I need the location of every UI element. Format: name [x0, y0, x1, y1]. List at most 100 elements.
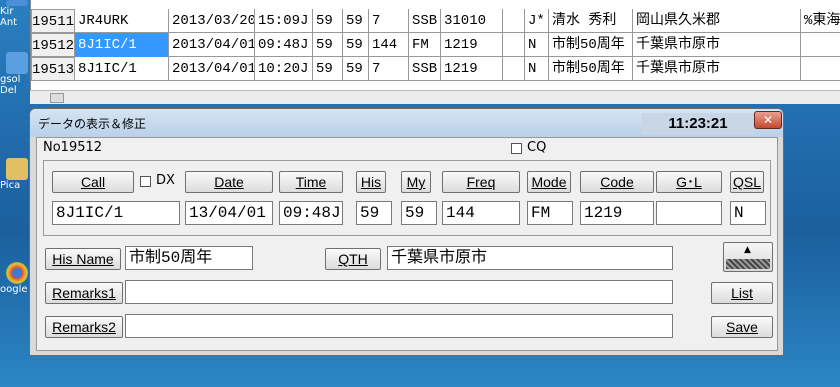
his-name-field[interactable]: 市制50周年 [125, 246, 253, 270]
desktop-icon-kir[interactable]: Kir Ant [0, 0, 32, 28]
desktop-icon-label: gsol Del [0, 74, 21, 96]
cell-his[interactable]: 59 [313, 57, 343, 81]
qsl-field[interactable]: N [730, 201, 766, 225]
desktop-icon-pica[interactable]: Pica [0, 158, 32, 191]
cq-checkbox[interactable] [511, 143, 522, 154]
cell-date[interactable]: 2013/03/20 [169, 9, 255, 33]
dialog-title: データの表示＆修正 [38, 117, 147, 131]
horizontal-scrollbar[interactable] [30, 90, 840, 104]
scroll-up-button[interactable]: ▲ [723, 242, 773, 272]
gl-field[interactable] [656, 201, 722, 225]
qsl-button[interactable]: QSL [730, 171, 764, 193]
hatched-bar [726, 259, 770, 269]
cell-qsl[interactable]: J* [525, 9, 549, 33]
time-button[interactable]: Time [279, 171, 343, 193]
cell-mode[interactable]: SSB [409, 9, 441, 33]
cell-freq[interactable]: 7 [369, 9, 409, 33]
cell-gl[interactable] [503, 57, 525, 81]
cell-code[interactable]: 1219 [441, 57, 503, 81]
cell-code[interactable]: 31010 [441, 9, 503, 33]
cell-qth[interactable]: 千葉県市原市 [633, 33, 801, 57]
code-field[interactable]: 1219 [580, 201, 654, 225]
app-icon [6, 158, 28, 180]
his-name-button[interactable]: His Name [45, 248, 121, 270]
desktop-icon-label: Kir Ant [0, 6, 18, 28]
cell-time[interactable]: 10:20J [255, 57, 313, 81]
qth-button[interactable]: QTH [325, 248, 381, 270]
cell-extra[interactable] [801, 33, 840, 57]
log-table: 19511 JR4URK 2013/03/20 15:09J 59 59 7 S… [30, 0, 840, 102]
cell-mode[interactable]: SSB [409, 57, 441, 81]
scrollbar-thumb[interactable] [50, 93, 64, 103]
cell-gl[interactable] [503, 33, 525, 57]
mode-field[interactable]: FM [527, 201, 573, 225]
his-button[interactable]: His [356, 171, 386, 193]
cell-time[interactable]: 09:48J [255, 33, 313, 57]
date-button[interactable]: Date [185, 171, 273, 193]
cell-freq[interactable]: 7 [369, 57, 409, 81]
cell-qsl[interactable]: N [525, 33, 549, 57]
cell-call-selected[interactable]: 8J1IC/1 [75, 33, 169, 57]
cell-qth[interactable]: 岡山県久米郡 [633, 9, 801, 33]
freq-field[interactable]: 144 [442, 201, 520, 225]
his-field[interactable]: 59 [356, 201, 392, 225]
time-field[interactable]: 09:48J [279, 201, 343, 225]
list-button[interactable]: List [711, 282, 773, 304]
arrow-up-icon: ▲ [744, 245, 751, 255]
record-number: No19512 [43, 140, 103, 155]
dx-checkbox[interactable] [140, 176, 151, 187]
table-row[interactable]: 19512 8J1IC/1 2013/04/01 09:48J 59 59 14… [31, 33, 840, 57]
cell-my[interactable]: 59 [343, 57, 369, 81]
cell-date[interactable]: 2013/04/01 [169, 57, 255, 81]
cell-qsl[interactable]: N [525, 57, 549, 81]
clock-display: 11:23:21 [642, 113, 754, 135]
edit-dialog: データの表示＆修正 11:23:21 ✕ No19512 CQ Call DX … [29, 108, 784, 356]
desktop-icon-gsol[interactable]: gsol Del [0, 52, 32, 96]
cell-code[interactable]: 1219 [441, 33, 503, 57]
desktop-icon-label: oogle [0, 284, 28, 295]
cell-gl[interactable] [503, 9, 525, 33]
remarks1-field[interactable] [125, 280, 673, 304]
app-icon [6, 52, 28, 74]
cell-my[interactable]: 59 [343, 33, 369, 57]
cell-my[interactable]: 59 [343, 9, 369, 33]
cell-call[interactable]: JR4URK [75, 9, 169, 33]
cell-freq[interactable]: 144 [369, 33, 409, 57]
cell-name[interactable]: 市制50周年 [549, 57, 633, 81]
freq-button[interactable]: Freq [442, 171, 520, 193]
table-row[interactable]: 19513 8J1IC/1 2013/04/01 10:20J 59 59 7 … [31, 57, 840, 81]
cell-call[interactable]: 8J1IC/1 [75, 57, 169, 81]
mode-button[interactable]: Mode [527, 171, 571, 193]
my-button[interactable]: My [401, 171, 431, 193]
close-button[interactable]: ✕ [754, 111, 782, 129]
cell-time[interactable]: 15:09J [255, 9, 313, 33]
code-button[interactable]: Code [580, 171, 654, 193]
row-number[interactable]: 19511 [31, 9, 75, 33]
cell-name[interactable]: 市制50周年 [549, 33, 633, 57]
cell-mode[interactable]: FM [409, 33, 441, 57]
dialog-titlebar[interactable]: データの表示＆修正 11:23:21 ✕ [30, 109, 783, 137]
cell-extra[interactable]: %東海 [801, 9, 840, 33]
remarks2-field[interactable] [125, 314, 673, 338]
date-field[interactable]: 13/04/01 [185, 201, 273, 225]
row-number[interactable]: 19512 [31, 33, 75, 57]
qth-field[interactable]: 千葉県市原市 [387, 246, 673, 270]
call-field[interactable]: 8J1IC/1 [52, 201, 180, 225]
cell-his[interactable]: 59 [313, 33, 343, 57]
cell-extra[interactable] [801, 57, 840, 81]
cell-his[interactable]: 59 [313, 9, 343, 33]
cell-name[interactable]: 清水 秀利 [549, 9, 633, 33]
dx-label: DX [156, 173, 175, 188]
remarks1-button[interactable]: Remarks1 [45, 282, 123, 304]
qso-fields-group: Call DX Date Time His My Freq Mode Code … [43, 160, 771, 236]
table-row[interactable]: 19511 JR4URK 2013/03/20 15:09J 59 59 7 S… [31, 9, 840, 33]
desktop-icon-google[interactable]: oogle [0, 262, 32, 295]
remarks2-button[interactable]: Remarks2 [45, 316, 123, 338]
row-number[interactable]: 19513 [31, 57, 75, 81]
save-button[interactable]: Save [711, 316, 773, 338]
cell-date[interactable]: 2013/04/01 [169, 33, 255, 57]
cell-qth[interactable]: 千葉県市原市 [633, 57, 801, 81]
gl-button[interactable]: G･L [656, 171, 722, 193]
call-button[interactable]: Call [52, 171, 134, 193]
my-field[interactable]: 59 [401, 201, 437, 225]
